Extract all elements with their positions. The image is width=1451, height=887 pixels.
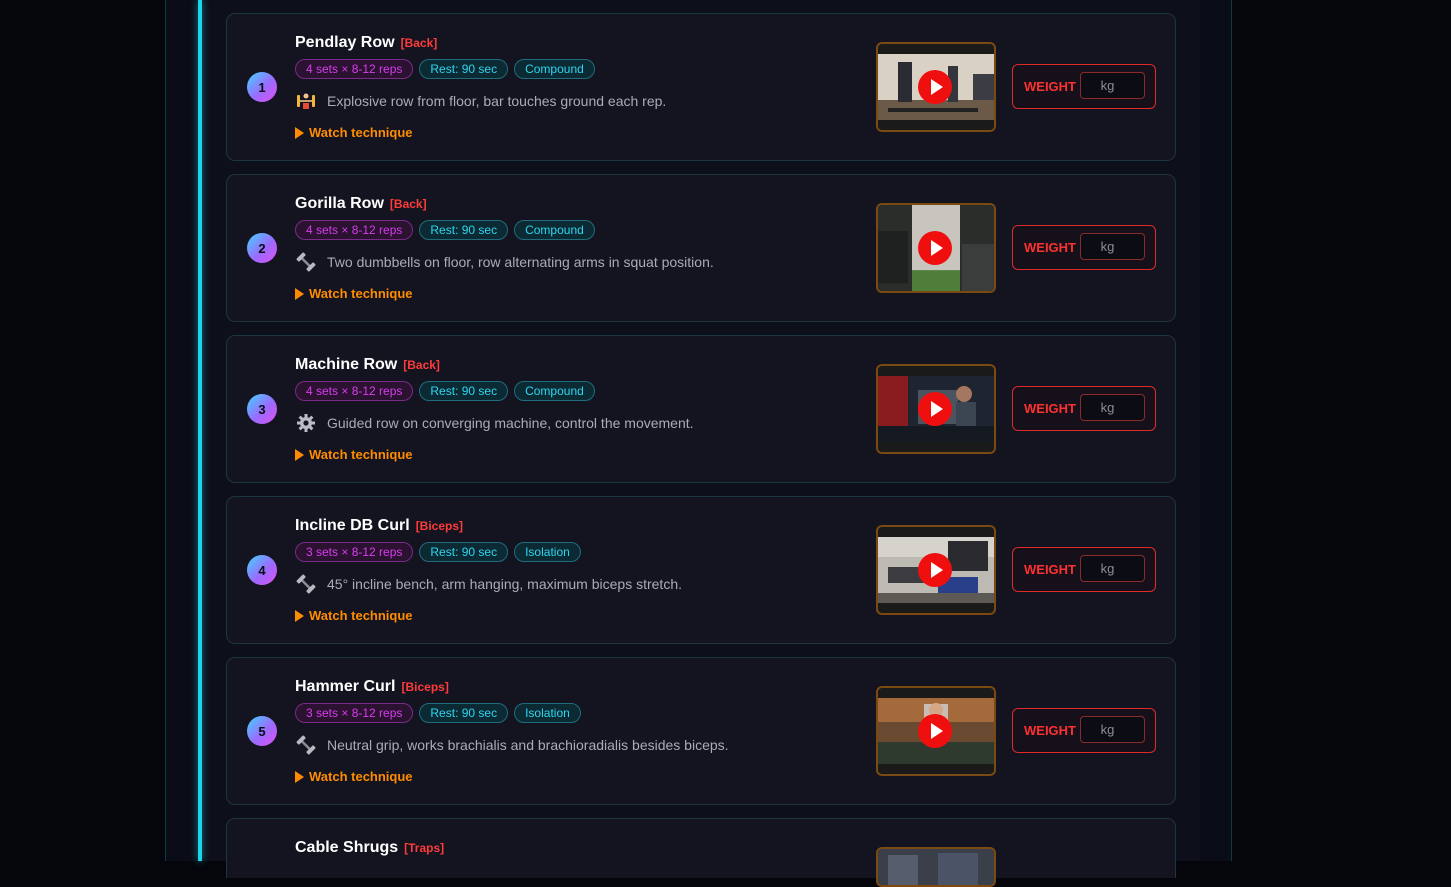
weight-input-group: WEIGHT [1012, 64, 1156, 109]
watch-technique-link[interactable]: Watch technique [295, 447, 413, 462]
exercise-card: 4 Incline DB Curl [Biceps] 3 sets × 8-12… [226, 496, 1176, 644]
exercise-title: Pendlay Row [295, 34, 395, 51]
exercise-description: Guided row on converging machine, contro… [327, 415, 694, 431]
youtube-play-icon [918, 70, 952, 104]
muscle-tag: [Back] [389, 197, 427, 211]
sets-chip: 3 sets × 8-12 reps [295, 703, 414, 723]
dumbbell-icon [295, 251, 321, 273]
timeline-accent-line [198, 0, 202, 861]
muscle-tag: [Biceps] [401, 680, 449, 694]
watch-technique-link[interactable]: Watch technique [295, 769, 413, 784]
sets-chip: 3 sets × 8-12 reps [295, 542, 414, 562]
exercise-description: 45° incline bench, arm hanging, maximum … [327, 576, 682, 592]
dumbbell-icon [295, 573, 321, 595]
type-chip: Isolation [514, 703, 581, 723]
exercise-title: Hammer Curl [295, 678, 396, 695]
type-chip: Compound [514, 220, 595, 240]
weight-input-group: WEIGHT [1012, 225, 1156, 270]
weight-input[interactable] [1080, 394, 1145, 421]
weight-input[interactable] [1080, 555, 1145, 582]
play-arrow-icon [295, 126, 304, 139]
gear-icon [295, 412, 321, 434]
sets-chip: 4 sets × 8-12 reps [295, 220, 414, 240]
youtube-play-icon [918, 392, 952, 426]
sets-chip: 4 sets × 8-12 reps [295, 381, 414, 401]
exercise-card: Cable Shrugs [Traps] [226, 818, 1176, 887]
exercise-description: Explosive row from floor, bar touches gr… [327, 93, 667, 109]
exercise-number-badge: 4 [247, 555, 277, 585]
video-thumbnail[interactable] [876, 847, 996, 887]
exercise-title: Incline DB Curl [295, 517, 410, 534]
exercise-number-badge: 3 [247, 394, 277, 424]
weight-label: WEIGHT [1024, 240, 1076, 255]
rest-chip: Rest: 90 sec [419, 220, 509, 240]
play-arrow-icon [295, 770, 304, 783]
muscle-tag: [Back] [403, 358, 440, 372]
video-thumbnail[interactable] [876, 525, 996, 615]
barbell-icon [295, 90, 321, 112]
exercise-number-badge: 1 [247, 72, 277, 102]
watch-technique-label: Watch technique [309, 125, 413, 140]
rest-chip: Rest: 90 sec [419, 703, 509, 723]
exercise-title: Gorilla Row [295, 195, 384, 212]
play-arrow-icon [295, 448, 304, 461]
youtube-play-icon [918, 231, 952, 265]
watch-technique-label: Watch technique [309, 286, 413, 301]
video-thumbnail[interactable] [876, 203, 996, 293]
watch-technique-label: Watch technique [309, 769, 413, 784]
type-chip: Compound [514, 381, 595, 401]
weight-input[interactable] [1080, 72, 1145, 99]
type-chip: Isolation [514, 542, 581, 562]
muscle-tag: [Traps] [404, 841, 445, 855]
weight-input-group: WEIGHT [1012, 547, 1156, 592]
watch-technique-label: Watch technique [309, 608, 413, 623]
rest-chip: Rest: 90 sec [419, 542, 509, 562]
video-thumbnail[interactable] [876, 686, 996, 776]
youtube-play-icon [918, 714, 952, 748]
watch-technique-label: Watch technique [309, 447, 413, 462]
weight-label: WEIGHT [1024, 401, 1076, 416]
video-thumbnail[interactable] [876, 364, 996, 454]
weight-label: WEIGHT [1024, 723, 1076, 738]
dumbbell-icon [295, 734, 321, 756]
weight-input[interactable] [1080, 233, 1145, 260]
watch-technique-link[interactable]: Watch technique [295, 125, 413, 140]
video-thumbnail[interactable] [876, 42, 996, 132]
play-arrow-icon [295, 609, 304, 622]
exercise-description: Neutral grip, works brachialis and brach… [327, 737, 729, 753]
weight-label: WEIGHT [1024, 79, 1076, 94]
exercise-title: Cable Shrugs [295, 839, 399, 856]
watch-technique-link[interactable]: Watch technique [295, 608, 413, 623]
watch-technique-link[interactable]: Watch technique [295, 286, 413, 301]
exercise-card: 2 Gorilla Row [Back] 4 sets × 8-12 reps … [226, 174, 1176, 322]
exercise-number-badge: 2 [247, 233, 277, 263]
gym-scene-image [878, 849, 994, 885]
rest-chip: Rest: 90 sec [419, 59, 509, 79]
play-arrow-icon [295, 287, 304, 300]
exercise-description: Two dumbbells on floor, row alternating … [327, 254, 714, 270]
sets-chip: 4 sets × 8-12 reps [295, 59, 414, 79]
weight-label: WEIGHT [1024, 562, 1076, 577]
youtube-play-icon [918, 553, 952, 587]
exercise-card: 1 Pendlay Row [Back] 4 sets × 8-12 reps … [226, 13, 1176, 161]
exercise-title: Machine Row [295, 356, 398, 373]
exercise-card: 3 Machine Row [Back] 4 sets × 8-12 reps … [226, 335, 1176, 483]
muscle-tag: [Biceps] [415, 519, 464, 533]
rest-chip: Rest: 90 sec [419, 381, 509, 401]
weight-input-group: WEIGHT [1012, 386, 1156, 431]
muscle-tag: [Back] [400, 36, 438, 50]
type-chip: Compound [514, 59, 595, 79]
exercise-number-badge: 5 [247, 716, 277, 746]
weight-input[interactable] [1080, 716, 1145, 743]
exercise-card: 5 Hammer Curl [Biceps] 3 sets × 8-12 rep… [226, 657, 1176, 805]
weight-input-group: WEIGHT [1012, 708, 1156, 753]
